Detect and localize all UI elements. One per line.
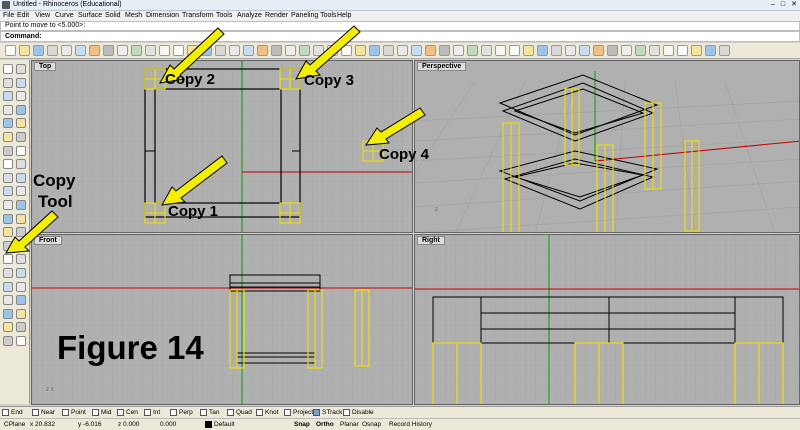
label-copy-2: Copy 2 [165,71,216,88]
label-copy-4: Copy 4 [379,146,430,163]
label-copy-3: Copy 3 [304,72,355,89]
label-copy-1: Copy 1 [168,203,219,220]
figure-caption: Figure 14 [57,329,204,366]
label-copy-tool-line1: Copy [33,171,76,190]
label-copy-tool-line2: Tool [38,192,73,211]
